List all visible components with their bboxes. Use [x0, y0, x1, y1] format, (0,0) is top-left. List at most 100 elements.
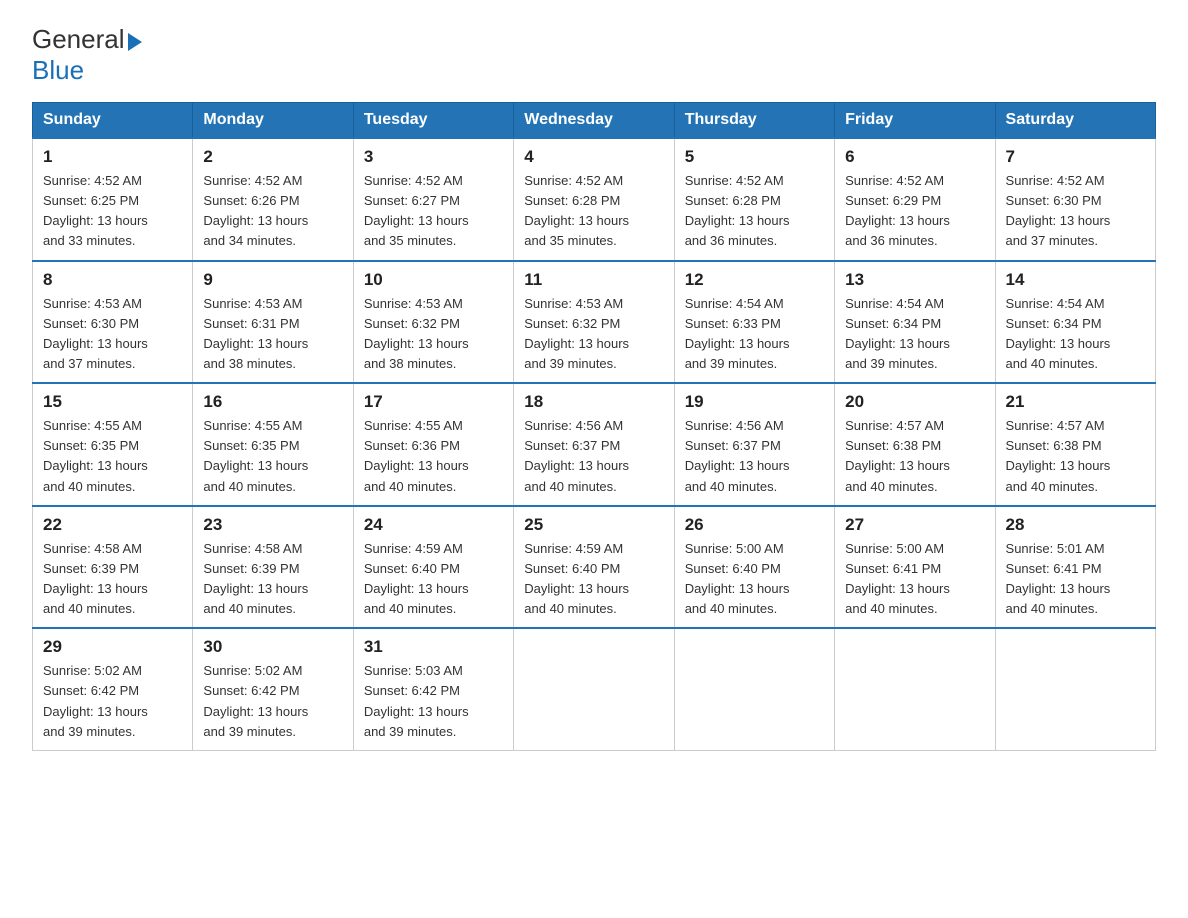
- calendar-week-row: 8 Sunrise: 4:53 AMSunset: 6:30 PMDayligh…: [33, 261, 1156, 384]
- day-number: 9: [203, 270, 342, 290]
- logo-arrow-icon: [128, 33, 142, 51]
- calendar-cell: 30 Sunrise: 5:02 AMSunset: 6:42 PMDaylig…: [193, 628, 353, 750]
- calendar-cell: 25 Sunrise: 4:59 AMSunset: 6:40 PMDaylig…: [514, 506, 674, 629]
- day-number: 24: [364, 515, 503, 535]
- day-number: 11: [524, 270, 663, 290]
- day-info: Sunrise: 4:55 AMSunset: 6:35 PMDaylight:…: [43, 416, 182, 497]
- calendar-cell: 22 Sunrise: 4:58 AMSunset: 6:39 PMDaylig…: [33, 506, 193, 629]
- day-info: Sunrise: 4:54 AMSunset: 6:34 PMDaylight:…: [1006, 294, 1145, 375]
- day-number: 12: [685, 270, 824, 290]
- day-number: 31: [364, 637, 503, 657]
- day-number: 13: [845, 270, 984, 290]
- header-cell-friday: Friday: [835, 103, 995, 139]
- day-number: 3: [364, 147, 503, 167]
- calendar-cell: 6 Sunrise: 4:52 AMSunset: 6:29 PMDayligh…: [835, 138, 995, 261]
- calendar-week-row: 15 Sunrise: 4:55 AMSunset: 6:35 PMDaylig…: [33, 383, 1156, 506]
- day-number: 29: [43, 637, 182, 657]
- calendar-table: SundayMondayTuesdayWednesdayThursdayFrid…: [32, 102, 1156, 751]
- header-cell-monday: Monday: [193, 103, 353, 139]
- calendar-cell: 4 Sunrise: 4:52 AMSunset: 6:28 PMDayligh…: [514, 138, 674, 261]
- logo-general-text: General: [32, 24, 125, 55]
- day-info: Sunrise: 4:57 AMSunset: 6:38 PMDaylight:…: [845, 416, 984, 497]
- calendar-cell: [514, 628, 674, 750]
- calendar-cell: 23 Sunrise: 4:58 AMSunset: 6:39 PMDaylig…: [193, 506, 353, 629]
- day-number: 26: [685, 515, 824, 535]
- calendar-cell: 2 Sunrise: 4:52 AMSunset: 6:26 PMDayligh…: [193, 138, 353, 261]
- header-cell-saturday: Saturday: [995, 103, 1155, 139]
- day-number: 21: [1006, 392, 1145, 412]
- header-cell-sunday: Sunday: [33, 103, 193, 139]
- calendar-cell: 7 Sunrise: 4:52 AMSunset: 6:30 PMDayligh…: [995, 138, 1155, 261]
- logo: General Blue: [32, 24, 142, 86]
- day-info: Sunrise: 4:52 AMSunset: 6:26 PMDaylight:…: [203, 171, 342, 252]
- calendar-cell: [995, 628, 1155, 750]
- calendar-cell: 8 Sunrise: 4:53 AMSunset: 6:30 PMDayligh…: [33, 261, 193, 384]
- day-number: 6: [845, 147, 984, 167]
- day-number: 25: [524, 515, 663, 535]
- logo-blue-text: Blue: [32, 55, 84, 86]
- day-number: 1: [43, 147, 182, 167]
- calendar-cell: 11 Sunrise: 4:53 AMSunset: 6:32 PMDaylig…: [514, 261, 674, 384]
- calendar-cell: 20 Sunrise: 4:57 AMSunset: 6:38 PMDaylig…: [835, 383, 995, 506]
- calendar-cell: [674, 628, 834, 750]
- calendar-cell: 12 Sunrise: 4:54 AMSunset: 6:33 PMDaylig…: [674, 261, 834, 384]
- calendar-cell: 24 Sunrise: 4:59 AMSunset: 6:40 PMDaylig…: [353, 506, 513, 629]
- day-number: 14: [1006, 270, 1145, 290]
- day-info: Sunrise: 4:58 AMSunset: 6:39 PMDaylight:…: [43, 539, 182, 620]
- day-info: Sunrise: 5:03 AMSunset: 6:42 PMDaylight:…: [364, 661, 503, 742]
- day-info: Sunrise: 4:52 AMSunset: 6:29 PMDaylight:…: [845, 171, 984, 252]
- day-number: 23: [203, 515, 342, 535]
- calendar-cell: 15 Sunrise: 4:55 AMSunset: 6:35 PMDaylig…: [33, 383, 193, 506]
- day-number: 20: [845, 392, 984, 412]
- day-info: Sunrise: 5:00 AMSunset: 6:41 PMDaylight:…: [845, 539, 984, 620]
- calendar-cell: 28 Sunrise: 5:01 AMSunset: 6:41 PMDaylig…: [995, 506, 1155, 629]
- day-number: 22: [43, 515, 182, 535]
- calendar-cell: 19 Sunrise: 4:56 AMSunset: 6:37 PMDaylig…: [674, 383, 834, 506]
- day-number: 30: [203, 637, 342, 657]
- day-number: 19: [685, 392, 824, 412]
- calendar-week-row: 22 Sunrise: 4:58 AMSunset: 6:39 PMDaylig…: [33, 506, 1156, 629]
- day-number: 28: [1006, 515, 1145, 535]
- day-info: Sunrise: 4:52 AMSunset: 6:28 PMDaylight:…: [524, 171, 663, 252]
- day-info: Sunrise: 4:53 AMSunset: 6:30 PMDaylight:…: [43, 294, 182, 375]
- header-cell-thursday: Thursday: [674, 103, 834, 139]
- day-info: Sunrise: 4:55 AMSunset: 6:36 PMDaylight:…: [364, 416, 503, 497]
- day-info: Sunrise: 4:59 AMSunset: 6:40 PMDaylight:…: [524, 539, 663, 620]
- day-number: 16: [203, 392, 342, 412]
- header-cell-tuesday: Tuesday: [353, 103, 513, 139]
- day-info: Sunrise: 4:59 AMSunset: 6:40 PMDaylight:…: [364, 539, 503, 620]
- day-info: Sunrise: 4:52 AMSunset: 6:28 PMDaylight:…: [685, 171, 824, 252]
- calendar-header-row: SundayMondayTuesdayWednesdayThursdayFrid…: [33, 103, 1156, 139]
- day-info: Sunrise: 4:57 AMSunset: 6:38 PMDaylight:…: [1006, 416, 1145, 497]
- calendar-cell: 1 Sunrise: 4:52 AMSunset: 6:25 PMDayligh…: [33, 138, 193, 261]
- calendar-cell: 3 Sunrise: 4:52 AMSunset: 6:27 PMDayligh…: [353, 138, 513, 261]
- page-header: General Blue: [32, 24, 1156, 86]
- day-info: Sunrise: 4:56 AMSunset: 6:37 PMDaylight:…: [524, 416, 663, 497]
- day-info: Sunrise: 4:52 AMSunset: 6:25 PMDaylight:…: [43, 171, 182, 252]
- calendar-cell: 26 Sunrise: 5:00 AMSunset: 6:40 PMDaylig…: [674, 506, 834, 629]
- day-number: 2: [203, 147, 342, 167]
- day-info: Sunrise: 4:54 AMSunset: 6:34 PMDaylight:…: [845, 294, 984, 375]
- day-info: Sunrise: 4:53 AMSunset: 6:32 PMDaylight:…: [524, 294, 663, 375]
- day-number: 15: [43, 392, 182, 412]
- day-info: Sunrise: 4:55 AMSunset: 6:35 PMDaylight:…: [203, 416, 342, 497]
- calendar-cell: 5 Sunrise: 4:52 AMSunset: 6:28 PMDayligh…: [674, 138, 834, 261]
- day-info: Sunrise: 4:58 AMSunset: 6:39 PMDaylight:…: [203, 539, 342, 620]
- calendar-cell: 16 Sunrise: 4:55 AMSunset: 6:35 PMDaylig…: [193, 383, 353, 506]
- day-info: Sunrise: 4:53 AMSunset: 6:31 PMDaylight:…: [203, 294, 342, 375]
- calendar-cell: 18 Sunrise: 4:56 AMSunset: 6:37 PMDaylig…: [514, 383, 674, 506]
- calendar-cell: 29 Sunrise: 5:02 AMSunset: 6:42 PMDaylig…: [33, 628, 193, 750]
- calendar-cell: 10 Sunrise: 4:53 AMSunset: 6:32 PMDaylig…: [353, 261, 513, 384]
- calendar-cell: 13 Sunrise: 4:54 AMSunset: 6:34 PMDaylig…: [835, 261, 995, 384]
- day-info: Sunrise: 4:52 AMSunset: 6:30 PMDaylight:…: [1006, 171, 1145, 252]
- day-info: Sunrise: 4:53 AMSunset: 6:32 PMDaylight:…: [364, 294, 503, 375]
- day-info: Sunrise: 5:02 AMSunset: 6:42 PMDaylight:…: [203, 661, 342, 742]
- day-number: 17: [364, 392, 503, 412]
- header-cell-wednesday: Wednesday: [514, 103, 674, 139]
- calendar-cell: 27 Sunrise: 5:00 AMSunset: 6:41 PMDaylig…: [835, 506, 995, 629]
- day-number: 5: [685, 147, 824, 167]
- day-info: Sunrise: 5:00 AMSunset: 6:40 PMDaylight:…: [685, 539, 824, 620]
- day-number: 10: [364, 270, 503, 290]
- calendar-cell: 31 Sunrise: 5:03 AMSunset: 6:42 PMDaylig…: [353, 628, 513, 750]
- day-info: Sunrise: 4:54 AMSunset: 6:33 PMDaylight:…: [685, 294, 824, 375]
